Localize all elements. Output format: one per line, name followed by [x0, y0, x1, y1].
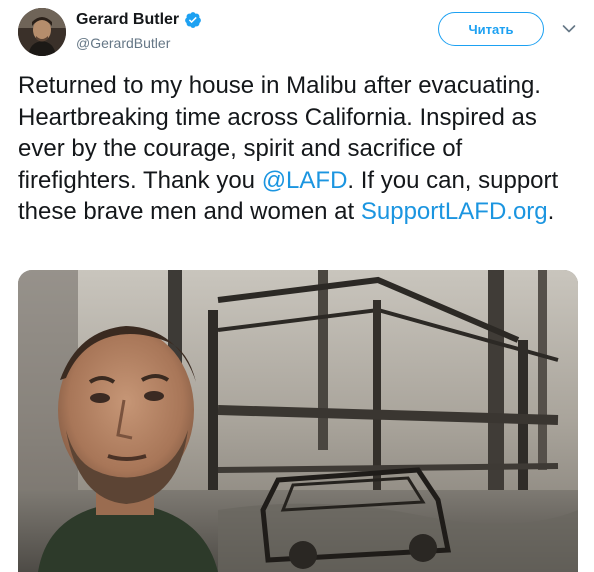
verified-badge-icon: [184, 11, 202, 29]
chevron-down-icon[interactable]: [560, 20, 578, 38]
tweet-text: Returned to my house in Malibu after eva…: [18, 70, 578, 228]
user-avatar[interactable]: [18, 8, 66, 56]
follow-button[interactable]: Читать: [438, 12, 544, 46]
author-name-row: Gerard Butler: [76, 10, 202, 30]
external-link[interactable]: SupportLAFD.org: [361, 198, 548, 225]
user-handle[interactable]: @GerardButler: [76, 34, 170, 52]
mention-link[interactable]: @LAFD: [262, 167, 348, 194]
tweet-card: Gerard Butler @GerardButler Читать Retur…: [0, 0, 594, 572]
display-name[interactable]: Gerard Butler: [76, 10, 179, 30]
tweet-photo[interactable]: [18, 270, 578, 572]
tweet-text-part: .: [547, 198, 555, 225]
